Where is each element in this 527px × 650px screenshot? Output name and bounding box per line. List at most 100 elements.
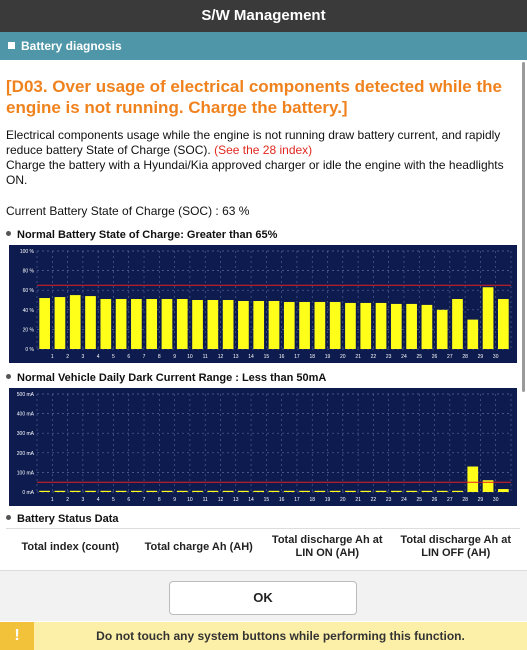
x-tick-label: 6 [127, 497, 130, 503]
x-tick-label: 12 [218, 354, 224, 360]
bar [375, 490, 387, 492]
x-tick-label: 7 [143, 354, 146, 360]
warning-banner: ! Do not touch any system buttons while … [0, 622, 527, 650]
dark-current-chart-title: Normal Vehicle Daily Dark Current Range … [6, 372, 326, 384]
section-label: Battery diagnosis [21, 39, 122, 53]
x-tick-label: 23 [386, 497, 392, 503]
x-tick-label: 12 [218, 497, 224, 503]
x-tick-label: 6 [127, 354, 130, 360]
x-tick-label: 25 [416, 354, 422, 360]
x-tick-label: 3 [81, 497, 84, 503]
y-tick-label: 0 % [25, 347, 34, 353]
bar [421, 304, 433, 349]
bar [131, 490, 142, 492]
bar [115, 490, 127, 492]
ok-button[interactable]: OK [169, 581, 357, 615]
bar [283, 301, 295, 349]
bar [452, 299, 463, 349]
bar [192, 490, 203, 492]
bar [222, 490, 234, 492]
bar [115, 299, 127, 349]
y-tick-label: 20 % [23, 327, 35, 333]
button-bar: OK [0, 570, 527, 621]
diagnosis-heading: [D03. Over usage of electrical component… [6, 77, 502, 117]
diagnosis-description: Electrical components usage while the en… [6, 128, 514, 188]
bar [467, 466, 479, 492]
bar [390, 303, 402, 349]
x-tick-label: 13 [233, 354, 239, 360]
warning-text: Do not touch any system buttons while pe… [96, 629, 465, 643]
bar [299, 490, 310, 492]
bar [360, 490, 372, 492]
bar [54, 297, 66, 349]
bar [268, 300, 280, 349]
bar [452, 490, 463, 492]
status-table: Total index (count) Total charge Ah (AH)… [6, 528, 520, 570]
column-header: Total charge Ah (AH) [144, 540, 253, 553]
bar [329, 301, 341, 349]
x-tick-label: 8 [158, 497, 161, 503]
index-reference-link[interactable]: (See the 28 index) [214, 143, 312, 157]
x-tick-label: 20 [340, 497, 346, 503]
x-tick-label: 24 [401, 354, 407, 360]
x-tick-label: 11 [203, 354, 208, 360]
bar [436, 490, 448, 492]
status-data-title: Battery Status Data [6, 513, 118, 525]
x-tick-label: 4 [97, 354, 100, 360]
y-tick-label: 400 mA [17, 412, 35, 418]
x-tick-label: 26 [432, 497, 438, 503]
bullet-icon [6, 374, 11, 379]
vertical-scrollbar[interactable] [522, 62, 525, 392]
x-tick-label: 2 [66, 497, 69, 503]
x-tick-label: 27 [447, 354, 453, 360]
x-tick-label: 18 [309, 497, 315, 503]
bar [498, 489, 509, 492]
bar [283, 490, 295, 492]
bar [161, 299, 173, 349]
x-tick-label: 22 [371, 497, 377, 503]
x-tick-label: 30 [493, 354, 499, 360]
x-tick-label: 29 [478, 354, 484, 360]
x-tick-label: 27 [447, 497, 453, 503]
column-header: Total discharge Ah at LIN OFF (AH) [400, 534, 512, 559]
y-tick-label: 60 % [23, 288, 35, 294]
bar [176, 490, 188, 492]
scroll-content[interactable]: [D03. Over usage of electrical component… [0, 60, 520, 570]
x-tick-label: 28 [462, 497, 468, 503]
bar [100, 490, 112, 492]
x-tick-label: 14 [248, 354, 254, 360]
y-tick-label: 80 % [23, 269, 35, 275]
bar [421, 490, 433, 492]
bar [299, 301, 310, 349]
y-tick-label: 0 mA [22, 490, 34, 496]
bar [436, 309, 448, 349]
y-tick-label: 500 mA [17, 392, 35, 398]
warning-icon: ! [0, 622, 34, 650]
bar [85, 296, 96, 349]
column-header: Total discharge Ah at LIN ON (AH) [271, 534, 383, 559]
x-tick-label: 25 [416, 497, 422, 503]
soc-chart-title: Normal Battery State of Charge: Greater … [6, 229, 277, 241]
x-tick-label: 11 [203, 497, 208, 503]
bar [100, 299, 112, 349]
x-tick-label: 16 [279, 354, 285, 360]
bar [222, 300, 234, 349]
x-tick-label: 10 [187, 497, 193, 503]
x-tick-label: 17 [294, 354, 300, 360]
y-tick-label: 100 % [20, 249, 35, 255]
bar [207, 490, 219, 492]
soc-chart: 0 % 20 % 40 % 60 % 80 % 100 % 1 2 3 4 5 6 7 8 9 10 11 12 1… [9, 245, 517, 363]
y-tick-label: 40 % [23, 308, 35, 314]
bar [238, 300, 249, 349]
x-tick-label: 9 [173, 354, 176, 360]
bar [467, 319, 479, 349]
bar [406, 490, 417, 492]
x-tick-label: 14 [248, 497, 254, 503]
bar [390, 490, 402, 492]
bar [207, 300, 219, 349]
x-tick-label: 18 [309, 354, 315, 360]
x-tick-label: 7 [143, 497, 146, 503]
y-tick-label: 300 mA [17, 431, 35, 437]
x-tick-label: 28 [462, 354, 468, 360]
x-tick-label: 9 [173, 497, 176, 503]
